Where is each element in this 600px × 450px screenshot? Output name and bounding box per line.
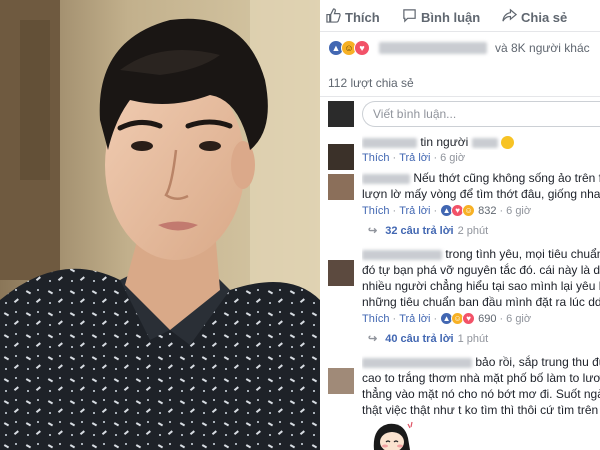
comment-like-link[interactable]: Thích <box>362 152 390 164</box>
replies-time: 2 phút <box>457 224 489 237</box>
separator-dot: · <box>392 312 397 325</box>
separator-dot: · <box>392 204 397 217</box>
divider <box>320 96 600 97</box>
thumbs-up-icon <box>326 8 341 26</box>
comment-line: nhiều người chẳng hiểu tại sao mình lại … <box>362 279 600 293</box>
comment-line: tin người <box>420 135 469 149</box>
share-button[interactable]: Chia sẻ <box>502 8 567 26</box>
comment-line: Nếu thớt cũng không sống ảo trên fb thì <box>413 171 600 185</box>
commenter-avatar[interactable] <box>328 260 354 286</box>
separator-dot: · <box>433 204 438 217</box>
redacted-name <box>362 357 472 368</box>
view-replies-link[interactable]: ↪ 32 câu trả lời 2 phút <box>368 224 489 238</box>
comment-line: thẳng vào mặt nó cho nó bớt mơ đi. Suốt … <box>362 387 600 401</box>
like-button[interactable]: Thích <box>326 8 380 26</box>
comment-line: những tiêu chuẩn ban đầu mình đặt ra lúc… <box>362 295 600 309</box>
haha-reaction-icon: ☺ <box>462 204 476 217</box>
redacted-name <box>362 173 410 184</box>
comment-line: cao to trắng thơm nhà mặt phố bố làm to … <box>362 371 600 385</box>
reactions-others-text: và 8K người khác <box>495 41 590 55</box>
replies-count-label: 32 câu trả lời <box>385 224 454 237</box>
reactions-summary[interactable]: ▲ ☺ ♥ và 8K người khác <box>328 36 600 60</box>
like-label: Thích <box>345 9 380 25</box>
separator-dot: · <box>499 204 504 217</box>
comment-button[interactable]: Bình luận <box>402 8 480 26</box>
shares-count[interactable]: 112 lượt chia sẻ <box>328 76 414 90</box>
comment-time[interactable]: 6 giờ <box>506 205 531 217</box>
comment-label: Bình luận <box>421 9 481 25</box>
comment-line: bảo rồi, sắp trung thu đú <box>475 355 600 369</box>
comment-line: đó tự bạn phá vỡ nguyên tắc đó. cái này … <box>362 263 600 277</box>
comment-like-link[interactable]: Thích <box>362 205 390 217</box>
replies-time: 1 phút <box>457 332 489 345</box>
comment-item: trong tình yêu, mọi tiêu chuẩn bạn đó tự… <box>328 246 600 346</box>
reaction-count[interactable]: 690 <box>478 313 496 325</box>
smile-emoji-icon <box>500 136 514 150</box>
comment-time[interactable]: 6 giờ <box>506 313 531 325</box>
view-replies-link[interactable]: ↪ 40 câu trả lời 1 phút <box>368 332 489 346</box>
current-user-avatar <box>328 101 354 127</box>
comment-body: tin người <box>362 134 600 150</box>
separator-dot: · <box>433 312 438 325</box>
redacted-name <box>362 249 442 260</box>
share-label: Chia sẻ <box>521 9 568 25</box>
comment-line: thật việc thật như t ko tìm thì thôi cứ … <box>362 403 600 417</box>
comment-item: bảo rồi, sắp trung thu đú cao to trắng t… <box>328 354 600 450</box>
comment-body: trong tình yêu, mọi tiêu chuẩn bạn đó tự… <box>362 246 600 310</box>
facebook-post-panel: Thích Bình luận Chia sẻ ▲ ☺ ♥ và 8K ngườ… <box>320 0 600 450</box>
comment-meta: Thích · Trả lời · ▲ ☺ ♥ 690 · 6 giờ <box>362 312 531 325</box>
love-reaction-icon: ♥ <box>354 40 370 56</box>
comment-body: bảo rồi, sắp trung thu đú cao to trắng t… <box>362 354 600 418</box>
share-icon <box>502 8 518 26</box>
replies-count-label: 40 câu trả lời <box>385 332 454 345</box>
comment-icon <box>402 8 417 26</box>
redacted-names <box>379 42 487 54</box>
comment-composer: Viết bình luận... <box>328 100 600 128</box>
separator-dot: · <box>433 152 438 164</box>
redacted-name <box>362 137 417 148</box>
comment-line: lượn lờ mấy vòng để tìm thớt đâu, giống … <box>362 187 600 201</box>
comment-item: Nếu thớt cũng không sống ảo trên fb thì … <box>328 170 600 240</box>
comment-meta: Thích · Trả lời · 6 giờ <box>362 152 465 164</box>
comment-body: Nếu thớt cũng không sống ảo trên fb thì … <box>362 170 600 202</box>
commenter-avatar[interactable] <box>328 368 354 394</box>
comment-time[interactable]: 6 giờ <box>440 152 465 164</box>
comment-reply-link[interactable]: Trả lời <box>399 205 430 217</box>
comment-item: tin người Thích · Trả lời · 6 giờ <box>328 134 600 172</box>
redacted-text <box>471 137 498 148</box>
screenshot-root: Thích Bình luận Chia sẻ ▲ ☺ ♥ và 8K ngườ… <box>0 0 600 450</box>
comment-meta: Thích · Trả lời · ▲ ♥ ☺ 832 · 6 giờ <box>362 204 531 217</box>
commenter-avatar[interactable] <box>328 144 354 170</box>
love-reaction-icon: ♥ <box>462 312 476 325</box>
comment-input[interactable]: Viết bình luận... <box>362 101 600 127</box>
profile-photo <box>0 0 320 450</box>
reaction-count[interactable]: 832 <box>478 205 496 217</box>
comment-line: trong tình yêu, mọi tiêu chuẩn bạn <box>445 247 600 261</box>
comment-reply-link[interactable]: Trả lời <box>399 313 430 325</box>
comment-like-link[interactable]: Thích <box>362 313 390 325</box>
comment-reply-link[interactable]: Trả lời <box>399 152 430 164</box>
commenter-avatar[interactable] <box>328 174 354 200</box>
separator-dot: · <box>392 152 397 164</box>
reply-arrow-icon: ↪ <box>368 225 378 237</box>
sticker-image <box>370 418 414 450</box>
post-action-bar: Thích Bình luận Chia sẻ <box>320 0 600 32</box>
reply-arrow-icon: ↪ <box>368 333 378 345</box>
separator-dot: · <box>499 312 504 325</box>
